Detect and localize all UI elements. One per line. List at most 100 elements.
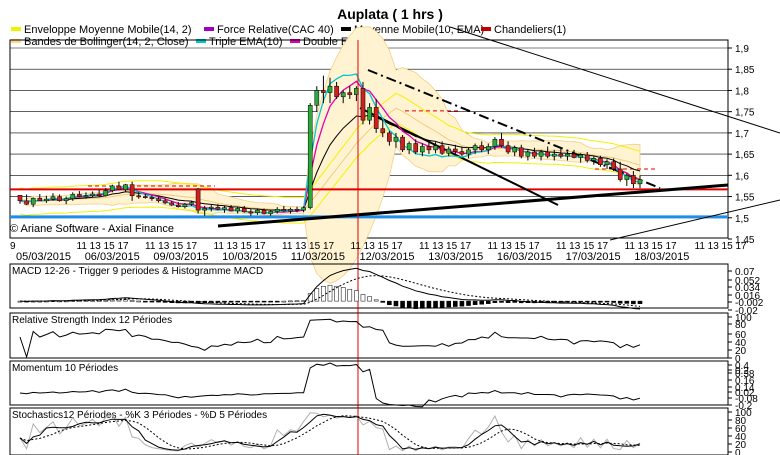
candle-body xyxy=(584,154,590,161)
candle-body xyxy=(578,154,583,158)
candle-body xyxy=(228,207,234,212)
macd-histogram-bar xyxy=(136,300,142,303)
macd-histogram-bar xyxy=(433,300,438,308)
macd-histogram-bar xyxy=(499,300,504,303)
candle-body xyxy=(413,143,419,153)
candle-body xyxy=(598,158,603,165)
candle-body xyxy=(63,198,69,202)
date-label: 09/03/2015 xyxy=(153,251,208,263)
panel-label: Stochastics12 Périodes - %K 3 Périodes -… xyxy=(12,410,267,421)
candle-body xyxy=(195,188,201,211)
legend-swatch xyxy=(481,27,491,31)
candle-body xyxy=(321,90,326,93)
macd-histogram-bar xyxy=(591,300,597,303)
panel-label: Relative Strength Index 12 Périodes xyxy=(12,315,172,326)
candle-body xyxy=(367,107,372,121)
legend-swatch xyxy=(11,27,21,31)
candle-body xyxy=(551,153,557,157)
macd-histogram-bar xyxy=(294,300,300,303)
macd-histogram-bar xyxy=(228,300,234,303)
macd-histogram-bar xyxy=(222,300,227,303)
candle-body xyxy=(373,107,379,129)
candle-body xyxy=(17,195,23,202)
candle-body xyxy=(268,211,273,214)
macd-histogram-bar xyxy=(248,300,254,303)
candle-body xyxy=(136,195,142,198)
date-axis: 9 11 13 15 17 11 13 15 17 11 13 15 17 11 13 … xyxy=(10,241,747,263)
date-label: 13/03/2015 xyxy=(428,251,483,263)
legend-entry: Enveloppe Moyenne Mobile(14, 2) xyxy=(24,24,192,36)
panel-tick-label: 0 xyxy=(735,448,741,455)
candle-body xyxy=(631,175,636,185)
price-tick-label: 1,65 xyxy=(735,150,755,161)
price-tick-label: 1,75 xyxy=(735,108,755,119)
macd-histogram-bar xyxy=(512,300,517,303)
date-label: 12/03/2015 xyxy=(360,251,415,263)
macd-histogram-bar xyxy=(617,300,623,304)
candle-body xyxy=(604,161,610,165)
macd-histogram-bar xyxy=(479,300,484,305)
candle-body xyxy=(248,211,254,214)
macd-histogram-bar xyxy=(288,300,293,303)
candle-body xyxy=(624,175,630,180)
candle-body xyxy=(532,151,537,157)
macd-histogram-bar xyxy=(466,300,471,306)
date-label: 16/03/2015 xyxy=(497,251,552,263)
macd-histogram-bar xyxy=(347,288,353,302)
macd-histogram-bar xyxy=(637,300,643,304)
chart-title: Auplata ( 1 hrs ) xyxy=(337,6,443,22)
macd-histogram-bar xyxy=(360,294,366,302)
candle-body xyxy=(479,145,484,151)
macd-histogram-bar xyxy=(129,300,135,302)
macd-histogram-bar xyxy=(373,299,379,302)
macd-histogram-bar xyxy=(459,300,465,307)
candle-body xyxy=(360,88,366,121)
candle-body xyxy=(512,147,517,153)
macd-histogram-bar xyxy=(340,287,346,302)
legend-entry: Force Relative(CAC 40) xyxy=(217,24,334,36)
macd-histogram-bar xyxy=(426,300,432,309)
candle-body xyxy=(44,198,49,202)
candle-body xyxy=(123,184,128,191)
candle-body xyxy=(558,153,564,157)
macd-histogram-bar xyxy=(274,300,280,303)
macd-histogram-bar xyxy=(486,300,491,304)
candle-body xyxy=(189,202,194,205)
candle-body xyxy=(446,148,452,154)
candle-body xyxy=(459,151,465,155)
candle-body xyxy=(281,209,287,212)
price-tick-label: 1,9 xyxy=(735,44,749,55)
macd-histogram-bar xyxy=(281,300,287,303)
price-tick-label: 1,85 xyxy=(735,65,755,76)
candle-body xyxy=(565,153,570,157)
date-label: 17/03/2015 xyxy=(566,251,621,263)
candle-body xyxy=(77,194,82,197)
candle-body xyxy=(393,136,399,142)
chart-window: Auplata ( 1 hrs ) Enveloppe Moyenne Mobi… xyxy=(0,0,780,455)
candle-body xyxy=(215,206,221,210)
legend-entry: Chandeliers(1) xyxy=(494,24,566,36)
macd-histogram-bar xyxy=(268,300,273,303)
legend-swatch xyxy=(204,27,214,31)
candle-body xyxy=(169,202,174,206)
macd-histogram-bar xyxy=(624,300,630,304)
candle-body xyxy=(472,145,478,151)
macd-histogram-bar xyxy=(604,300,610,303)
candle-body xyxy=(37,198,43,202)
candle-body xyxy=(149,197,155,199)
macd-histogram-bar xyxy=(215,300,221,303)
candle-body xyxy=(466,149,471,155)
price-tick-label: 1,6 xyxy=(735,171,749,182)
price-tick-label: 1,7 xyxy=(735,129,749,140)
price-tick-label: 1,8 xyxy=(735,86,749,97)
candle-body xyxy=(83,195,89,198)
legend-entry: Bandes de Bollinger(14, 2, Close) xyxy=(24,36,188,48)
candle-body xyxy=(327,85,333,93)
candle-body xyxy=(235,208,240,212)
macd-histogram-bar xyxy=(472,300,478,305)
legend-entry: Triple EMA(10) xyxy=(209,36,283,48)
panel-label: Momentum 10 Périodes xyxy=(12,363,118,374)
candle-body xyxy=(129,184,135,196)
candle-body xyxy=(301,207,306,211)
candle-body xyxy=(591,158,597,161)
